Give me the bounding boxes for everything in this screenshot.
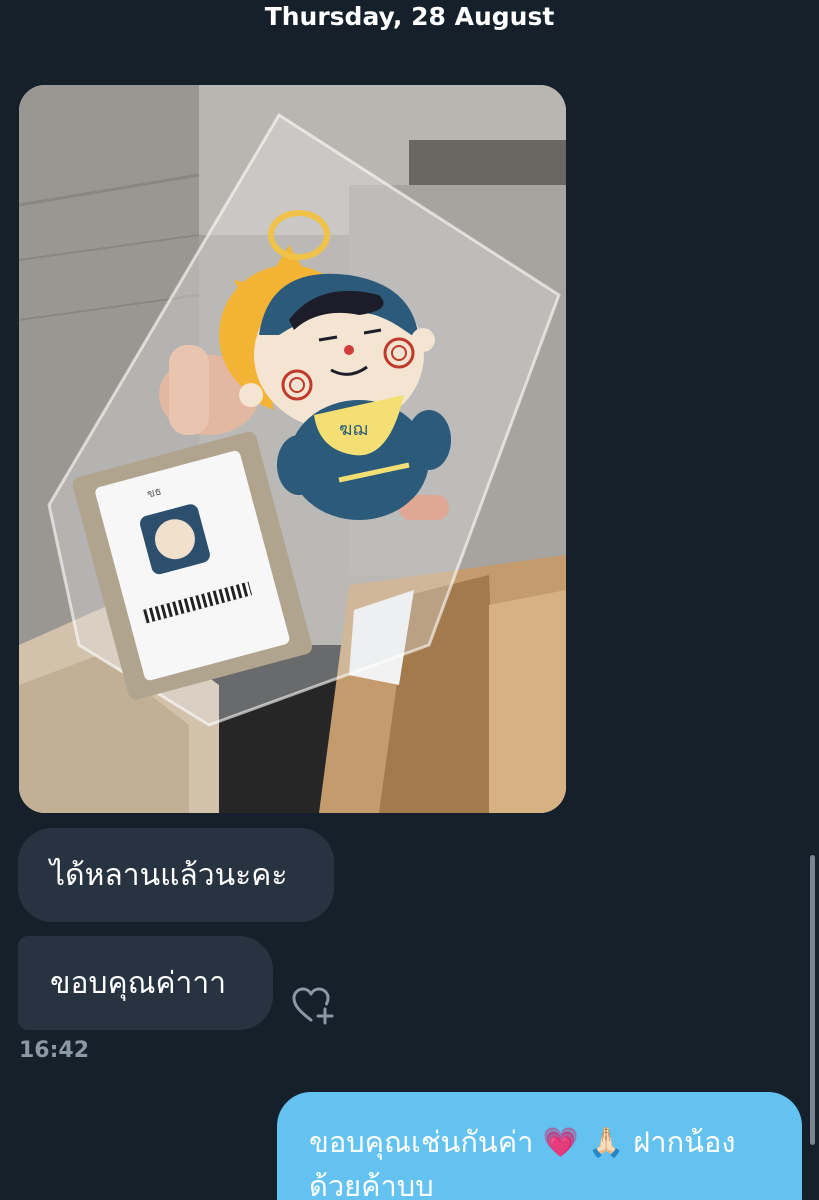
- received-message-text: ขอบคุณค่าาา: [50, 965, 227, 1001]
- heart-plus-icon: [292, 987, 334, 1025]
- scrollbar[interactable]: [810, 855, 815, 1145]
- dm-conversation: Thursday, 28 August ขธ ฆฌ ได้หลานแล้วนะค…: [0, 0, 819, 1200]
- date-header: Thursday, 28 August: [264, 2, 555, 31]
- bib-text: ฆฌ: [339, 419, 368, 440]
- photo-image: ขธ ฆฌ: [19, 85, 566, 813]
- sent-message-text: ขอบคุณเช่นกันค่า 💗 🙏🏻 ฝากน้องด้วยค้าบบ: [309, 1125, 736, 1200]
- photo-message[interactable]: ขธ ฆฌ: [19, 85, 566, 813]
- sent-message-bubble[interactable]: ขอบคุณเช่นกันค่า 💗 🙏🏻 ฝากน้องด้วยค้าบบ: [277, 1092, 802, 1200]
- react-heart-button[interactable]: [291, 986, 337, 1026]
- received-message-text: ได้หลานแล้วนะคะ: [50, 857, 288, 893]
- message-timestamp: 16:42: [19, 1038, 90, 1063]
- received-message-bubble[interactable]: ขอบคุณค่าาา: [18, 936, 273, 1030]
- received-message-bubble[interactable]: ได้หลานแล้วนะคะ: [18, 828, 334, 922]
